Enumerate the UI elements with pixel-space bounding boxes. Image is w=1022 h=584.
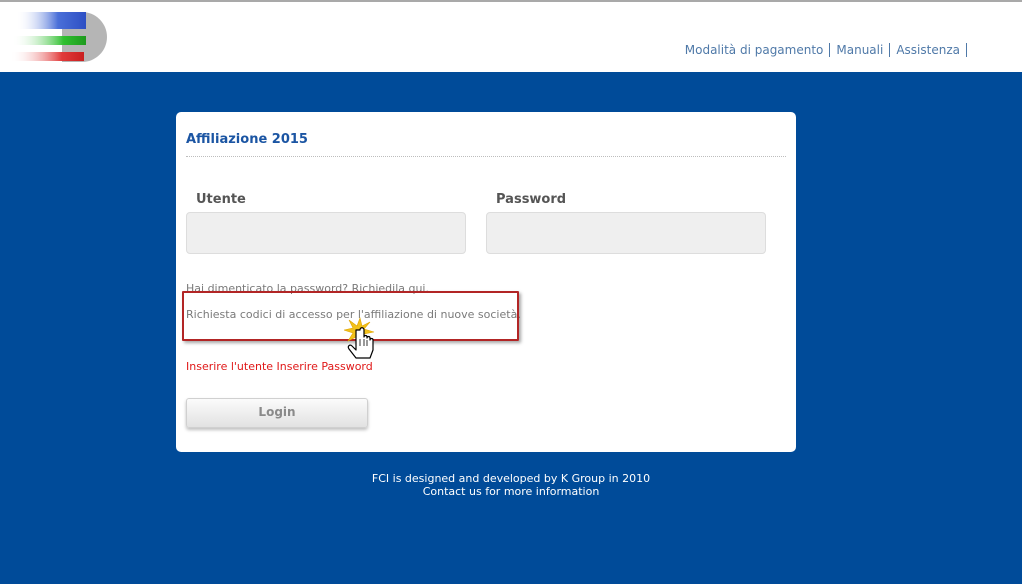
card-title: Affiliazione 2015 <box>186 132 308 147</box>
nav-payment-methods[interactable]: Modalità di pagamento <box>678 43 831 57</box>
forgot-password-link[interactable]: Hai dimenticato la password? Richiedila … <box>186 282 429 295</box>
nav-manuals[interactable]: Manuali <box>830 43 891 57</box>
footer-credit: FCI is designed and developed by K Group… <box>371 472 651 485</box>
error-message: Inserire l'utente Inserire Password <box>186 360 373 373</box>
footer: FCI is designed and developed by K Group… <box>0 472 1022 498</box>
top-nav: Modalità di pagamento Manuali Assistenza <box>678 43 967 57</box>
fci-logo-icon[interactable] <box>10 12 110 64</box>
nav-support[interactable]: Assistenza <box>890 43 967 57</box>
header: Modalità di pagamento Manuali Assistenza <box>0 2 1022 72</box>
user-input[interactable] <box>186 212 466 254</box>
login-button[interactable]: Login <box>186 398 368 428</box>
footer-contact-link[interactable]: Contact us for more information <box>0 485 1022 498</box>
divider <box>186 156 786 157</box>
new-company-access-link[interactable]: Richiesta codici di accesso per l'affili… <box>186 308 521 321</box>
password-input[interactable] <box>486 212 766 254</box>
user-label: Utente <box>196 192 246 207</box>
login-card: Affiliazione 2015 Utente Password Hai di… <box>176 112 796 452</box>
password-label: Password <box>496 192 567 207</box>
